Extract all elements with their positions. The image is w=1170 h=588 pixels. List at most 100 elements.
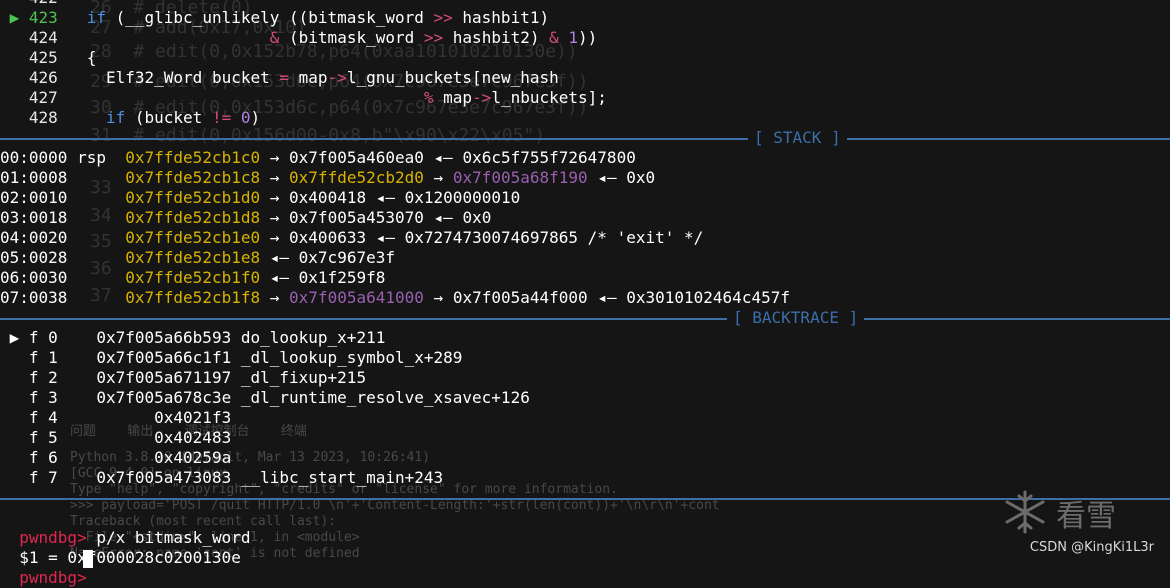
frame-number: f 3	[28, 388, 58, 407]
source-line: 424 & (bitmask_word >> hashbit2) & 1))	[0, 28, 597, 48]
code-token: ->	[327, 68, 347, 87]
code-token: )	[250, 108, 261, 127]
frame-marker	[0, 388, 29, 407]
frame-symbol: __libc_start_main+243	[240, 468, 444, 487]
code-token: map	[433, 88, 473, 107]
line-number: 424	[28, 28, 58, 47]
source-line: 428 if (bucket != 0)	[0, 108, 260, 128]
pointer-value: 0x7f005a460ea0	[289, 148, 424, 167]
code-token: 0	[240, 108, 251, 127]
frame-marker	[0, 448, 29, 467]
pointer-value: 0x7f005a453070	[289, 208, 424, 227]
frame-symbol: _dl_fixup+215	[240, 368, 367, 387]
frame-address: 0x4021f3	[77, 408, 232, 427]
stack-address: 0x7ffde52cb1c8	[125, 168, 261, 187]
stack-register: rsp	[77, 148, 116, 167]
pointer-arrow: ◂—	[269, 268, 290, 287]
frame-address: 0x402483	[77, 428, 232, 447]
pointer-value: 0x7f005a641000	[289, 288, 424, 307]
backtrace-row: f 4 0x4021f3	[0, 408, 241, 428]
frame-number: f 6	[28, 448, 58, 467]
line-number: 425	[28, 48, 58, 67]
frame-number: f 4	[28, 408, 58, 427]
csdn-credit: CSDN @KingKi1L3r	[1029, 540, 1154, 555]
stack-row: 07:0038 0x7ffde52cb1f8 → 0x7f005a641000 …	[0, 288, 790, 308]
stack-row: 05:0028 0x7ffde52cb1e8 ◂— 0x7c967e3f	[0, 248, 395, 268]
code-token: hashbit1)	[452, 8, 550, 27]
terminal-cursor[interactable]	[83, 550, 93, 568]
current-line-marker	[0, 0, 29, 7]
source-line: 422	[0, 0, 87, 8]
current-line-marker	[0, 68, 29, 87]
frame-symbol: do_lookup_x+211	[240, 328, 386, 347]
current-line-marker: ▶	[0, 8, 29, 27]
code-token: >>	[433, 8, 453, 27]
stack-row: 04:0020 0x7ffde52cb1e0 → 0x400633 ◂— 0x7…	[0, 228, 703, 248]
current-line-marker	[0, 28, 29, 47]
pointer-value: 0x1f259f8	[298, 268, 386, 287]
stack-separator	[0, 138, 1170, 140]
code-token: (bitmask_word	[279, 28, 424, 47]
pointer-value: 0x7f005a44f000	[452, 288, 588, 307]
code-token: ))	[578, 28, 598, 47]
pointer-arrow: →	[269, 168, 280, 187]
code-token: Elf32_Word bucket	[86, 68, 280, 87]
code-token: >>	[423, 28, 444, 47]
pointer-arrow: ◂—	[433, 208, 453, 227]
pointer-arrow: ◂—	[597, 288, 617, 307]
stack-offset: 05:0028	[0, 248, 68, 267]
backtrace-row: f 6 0x40259a	[0, 448, 241, 468]
current-line-marker	[0, 48, 29, 67]
pointer-arrow: →	[433, 288, 444, 307]
backtrace-row: f 7 0x7f005a473083 __libc_start_main+243	[0, 468, 443, 488]
stack-register	[77, 228, 116, 247]
pointer-value: 0x7c967e3f	[298, 248, 395, 267]
stack-offset: 00:0000	[0, 148, 68, 167]
pointer-arrow: →	[269, 288, 280, 307]
current-line-marker	[0, 108, 29, 127]
code-token: ->	[472, 88, 492, 107]
pointer-arrow: →	[269, 208, 280, 227]
pointer-arrow: ◂—	[269, 248, 290, 267]
pointer-value: 0x7f005a68f190	[452, 168, 588, 187]
code-token: map	[289, 68, 328, 87]
stack-register	[77, 288, 116, 307]
frame-number: f 7	[28, 468, 58, 487]
stack-address: 0x7ffde52cb1d0	[125, 188, 261, 207]
console-result-line: $1 = 0xf000028c0200130e	[0, 528, 241, 567]
stack-title: [ STACK ]	[748, 128, 847, 148]
stack-offset: 01:0008	[0, 168, 68, 187]
code-token: hashbit2)	[443, 28, 550, 47]
pointer-arrow: ◂—	[433, 148, 453, 167]
code-token: !=	[211, 108, 232, 127]
frame-marker	[0, 368, 29, 387]
backtrace-row: f 3 0x7f005a678c3e _dl_runtime_resolve_x…	[0, 388, 530, 408]
pointer-arrow: →	[269, 228, 280, 247]
stack-register	[77, 248, 116, 267]
frame-address: 0x40259a	[77, 448, 232, 467]
frame-marker	[0, 408, 29, 427]
pointer-value: 0x1200000010	[404, 188, 521, 207]
console-command-line: pwndbg> p/x bitmask_word	[0, 508, 250, 547]
backtrace-row: f 5 0x402483	[0, 428, 241, 448]
stack-offset: 07:0038	[0, 288, 68, 307]
pointer-value: 0x400418	[289, 188, 367, 207]
console-input-line[interactable]: pwndbg>	[0, 548, 96, 587]
pointer-arrow: →	[269, 188, 280, 207]
backtrace-row: f 2 0x7f005a671197 _dl_fixup+215	[0, 368, 366, 388]
pointer-value: 0x7274730074697865 /* 'exit' */	[404, 228, 704, 247]
stack-register	[77, 168, 116, 187]
frame-number: f 0	[28, 328, 58, 347]
frame-address: 0x7f005a678c3e	[77, 388, 232, 407]
stack-row: 06:0030 0x7ffde52cb1f0 ◂— 0x1f259f8	[0, 268, 385, 288]
code-token: {	[86, 48, 97, 67]
pointer-arrow: ◂—	[375, 228, 395, 247]
frame-marker	[0, 348, 29, 367]
stack-offset: 02:0010	[0, 188, 68, 207]
code-token: if	[86, 8, 106, 27]
code-token: l_nbuckets];	[491, 88, 607, 107]
code-token: l_gnu_buckets[new_hash	[346, 68, 559, 87]
line-number: 427	[28, 88, 58, 107]
